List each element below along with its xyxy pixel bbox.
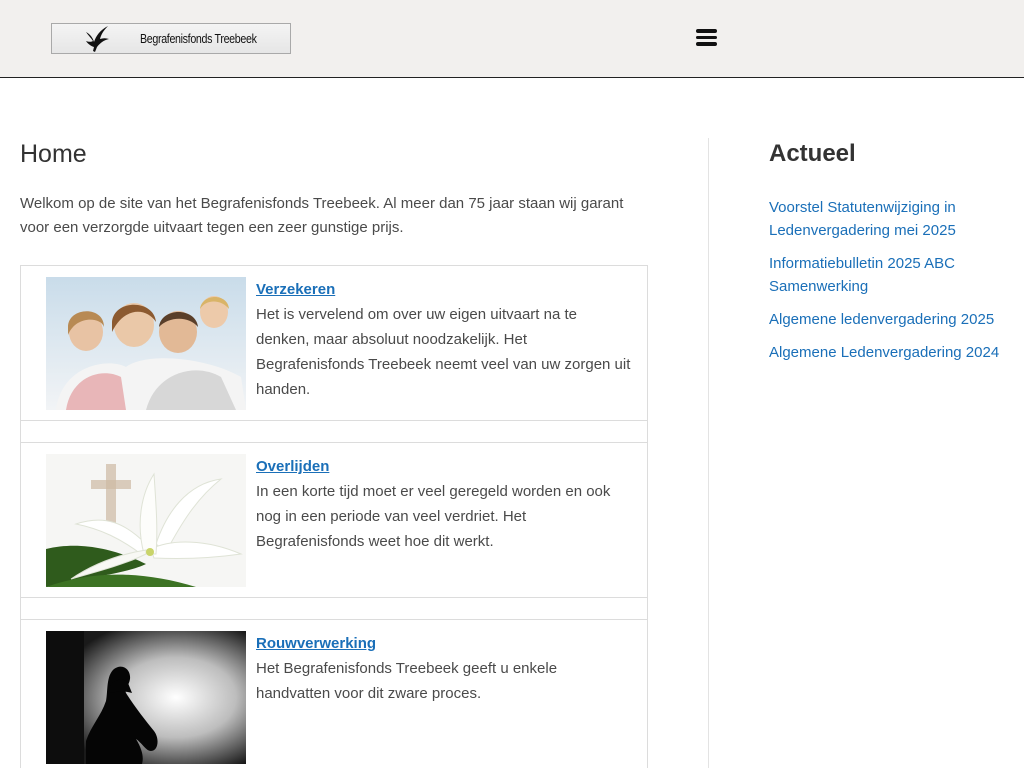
news-link[interactable]: Voorstel Statutenwijziging in Ledenverga… <box>769 196 1009 242</box>
site-logo[interactable]: Begrafenisfonds Treebeek <box>51 23 291 54</box>
lily-cross-photo <box>46 454 246 587</box>
card-title-link[interactable]: Rouwverwerking <box>256 632 376 656</box>
list-item: Algemene ledenvergadering 2025 <box>769 308 1009 331</box>
dove-icon <box>86 26 109 52</box>
card-text: Het Begrafenisfonds Treebeek geeft u enk… <box>256 660 558 702</box>
list-item: Voorstel Statutenwijziging in Ledenverga… <box>769 196 1009 242</box>
card-separator <box>20 420 648 442</box>
sidebar-title: Actueel <box>769 140 856 167</box>
intro-text: Welkom op de site van het Begrafenisfond… <box>20 195 624 236</box>
family-photo <box>46 277 246 410</box>
card-rouwverwerking: Rouwverwerking Het Begrafenisfonds Treeb… <box>20 619 648 768</box>
card-separator <box>20 597 648 619</box>
list-item: Informatiebulletin 2025 ABC Samenwerking <box>769 252 1009 298</box>
card-title-link[interactable]: Verzekeren <box>256 278 335 302</box>
news-list: Voorstel Statutenwijziging in Ledenverga… <box>769 196 1009 364</box>
card-text: In een korte tijd moet er veel geregeld … <box>256 483 611 550</box>
hamburger-menu-icon[interactable] <box>696 29 718 47</box>
card-verzekeren: Verzekeren Het is vervelend om over uw e… <box>20 265 648 421</box>
news-link[interactable]: Informatiebulletin 2025 ABC Samenwerking <box>769 252 1009 298</box>
card-text: Het is vervelend om over uw eigen uitvaa… <box>256 306 631 398</box>
logo-text: Begrafenisfonds Treebeek <box>140 31 257 46</box>
card-body: Overlijden In een korte tijd moet er vee… <box>256 455 631 554</box>
card-overlijden: Overlijden In een korte tijd moet er vee… <box>20 442 648 598</box>
page-title: Home <box>20 140 87 168</box>
card-body: Verzekeren Het is vervelend om over uw e… <box>256 278 631 402</box>
column-divider <box>708 138 709 768</box>
card-title-link[interactable]: Overlijden <box>256 455 329 479</box>
news-link[interactable]: Algemene ledenvergadering 2025 <box>769 308 1009 331</box>
main-content: Home Welkom op de site van het Begrafeni… <box>20 138 648 240</box>
card-body: Rouwverwerking Het Begrafenisfonds Treeb… <box>256 632 631 706</box>
news-link[interactable]: Algemene Ledenvergadering 2024 <box>769 341 1009 364</box>
sidebar: Actueel Voorstel Statutenwijziging in Le… <box>769 138 1009 374</box>
site-header: Begrafenisfonds Treebeek <box>0 0 1024 78</box>
list-item: Algemene Ledenvergadering 2024 <box>769 341 1009 364</box>
grieving-silhouette-photo <box>46 631 246 764</box>
